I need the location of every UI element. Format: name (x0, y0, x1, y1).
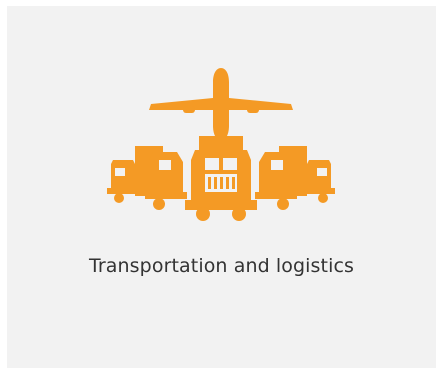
card-caption: Transportation and logistics (88, 255, 355, 277)
logistics-logo-icon (105, 64, 337, 226)
category-card[interactable]: Transportation and logistics (7, 6, 436, 368)
